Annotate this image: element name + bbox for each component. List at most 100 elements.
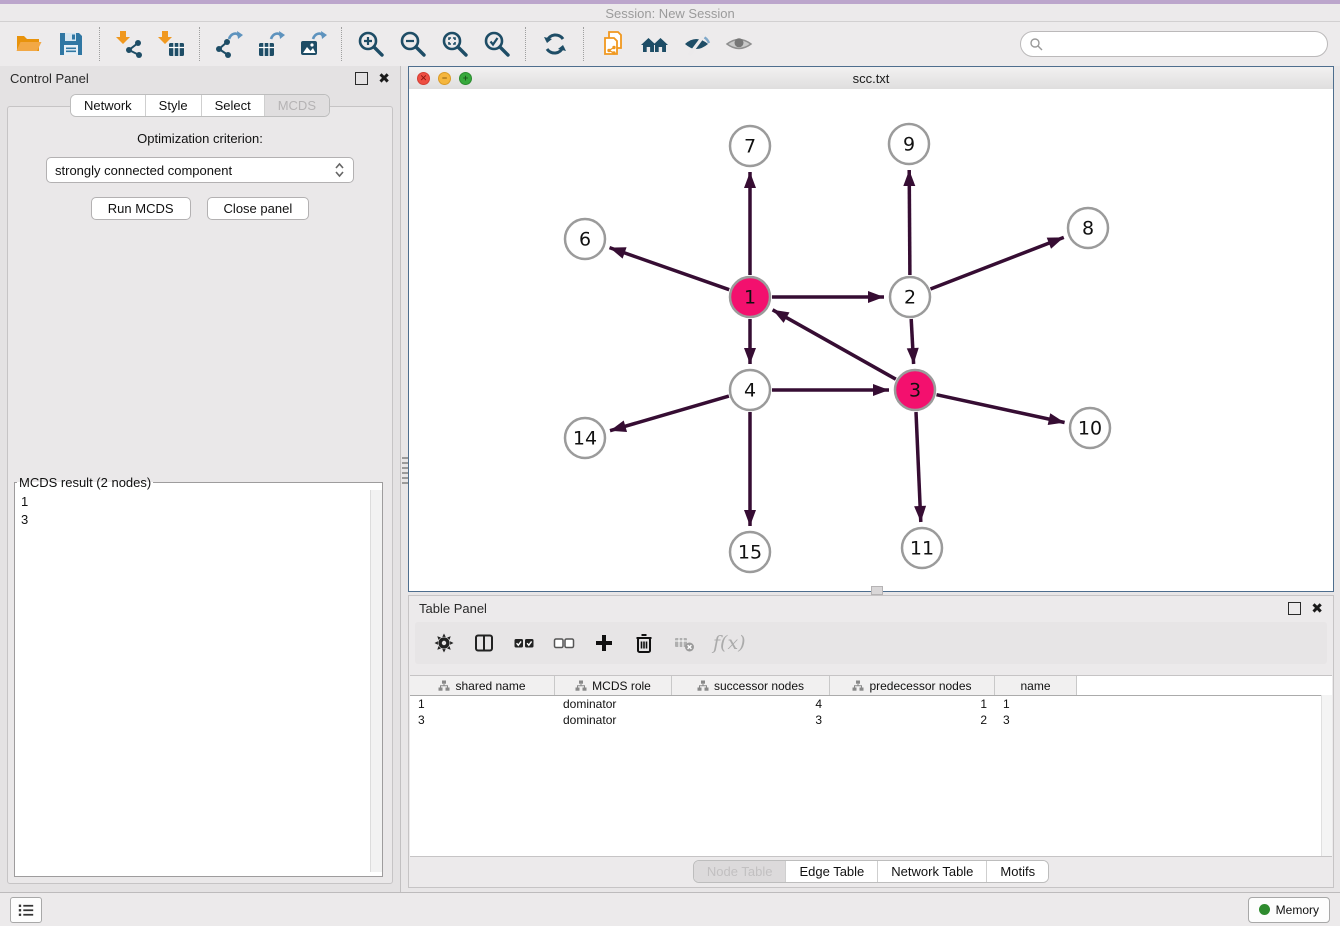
- node-10[interactable]: 10: [1070, 408, 1110, 448]
- function-builder-button[interactable]: f(x): [713, 632, 746, 654]
- zoom-selected-icon: [482, 29, 512, 59]
- run-mcds-button[interactable]: Run MCDS: [91, 197, 191, 220]
- mcds-result-box: MCDS result (2 nodes) 1 3: [14, 475, 383, 877]
- edge-3-10[interactable]: [937, 395, 1065, 423]
- network-canvas[interactable]: 7 9 6 8 1 2 4 3 14 10 15 11: [409, 89, 1333, 591]
- node-8[interactable]: 8: [1068, 208, 1108, 248]
- unchecked-boxes-icon: [553, 632, 575, 654]
- node-1[interactable]: 1: [730, 277, 770, 317]
- edge-2-9[interactable]: [909, 170, 910, 275]
- edge-1-6[interactable]: [610, 248, 730, 290]
- table-tab-node-table[interactable]: Node Table: [694, 861, 786, 882]
- tab-style[interactable]: Style: [145, 95, 201, 116]
- column-header-successor-nodes[interactable]: successor nodes: [672, 676, 830, 695]
- delete-column-button[interactable]: [629, 628, 659, 658]
- import-network-button[interactable]: [108, 26, 150, 62]
- node-7[interactable]: 7: [730, 126, 770, 166]
- zoom-out-button[interactable]: [392, 26, 434, 62]
- float-table-panel-icon[interactable]: [1288, 602, 1301, 615]
- search-input[interactable]: [1043, 36, 1319, 53]
- search-field[interactable]: [1020, 31, 1328, 57]
- node-15[interactable]: 15: [730, 532, 770, 572]
- edge-4-14[interactable]: [610, 396, 729, 431]
- close-panel-button[interactable]: Close panel: [207, 197, 310, 220]
- save-session-button[interactable]: [50, 26, 92, 62]
- criterion-dropdown[interactable]: strongly connected component: [46, 157, 354, 183]
- svg-text:14: 14: [573, 428, 597, 450]
- column-type-icon: [852, 680, 864, 692]
- delete-table-button[interactable]: [669, 628, 699, 658]
- edge-2-3[interactable]: [911, 319, 913, 364]
- table-scrollbar[interactable]: [1321, 695, 1332, 856]
- mcds-panel: Optimization criterion: strongly connect…: [7, 106, 393, 884]
- table-panel-header: Table Panel ✖: [409, 596, 1333, 620]
- task-history-button[interactable]: [10, 897, 42, 923]
- home-layout-button[interactable]: [634, 26, 676, 62]
- application-window: Session: New Session: [0, 0, 1340, 926]
- svg-text:2: 2: [904, 287, 916, 309]
- node-2[interactable]: 2: [890, 277, 930, 317]
- node-6[interactable]: 6: [565, 219, 605, 259]
- tab-network[interactable]: Network: [71, 95, 145, 116]
- refresh-view-button[interactable]: [534, 26, 576, 62]
- table-row[interactable]: 3dominator323: [410, 712, 1332, 728]
- zoom-selected-button[interactable]: [476, 26, 518, 62]
- edge-3-11[interactable]: [916, 412, 921, 522]
- window-titlebar: Session: New Session: [0, 0, 1340, 22]
- svg-text:8: 8: [1082, 218, 1094, 240]
- deselect-all-button[interactable]: [549, 628, 579, 658]
- split-panel-button[interactable]: [469, 628, 499, 658]
- zoom-fit-button[interactable]: [434, 26, 476, 62]
- table-options-button[interactable]: [429, 628, 459, 658]
- table-toolbar: f(x): [415, 622, 1327, 664]
- zoom-in-button[interactable]: [350, 26, 392, 62]
- tab-select[interactable]: Select: [201, 95, 264, 116]
- hide-selected-button[interactable]: [676, 26, 718, 62]
- node-4[interactable]: 4: [730, 370, 770, 410]
- import-table-button[interactable]: [150, 26, 192, 62]
- network-view-window: scc.txt ✕ − + 7968124314101511: [408, 66, 1334, 592]
- cell-successor-nodes: 4: [672, 697, 830, 711]
- toolbar-separator: [341, 27, 343, 61]
- edge-2-8[interactable]: [931, 237, 1064, 289]
- panel-splitter-handle[interactable]: [402, 457, 408, 485]
- toolbar-separator: [583, 27, 585, 61]
- column-header-name[interactable]: name: [995, 676, 1077, 695]
- node-9[interactable]: 9: [889, 124, 929, 164]
- column-header-predecessor-nodes[interactable]: predecessor nodes: [830, 676, 995, 695]
- table-tab-network-table[interactable]: Network Table: [877, 861, 986, 882]
- window-title: Session: New Session: [0, 6, 1340, 21]
- column-header-mcds-role[interactable]: MCDS role: [555, 676, 672, 695]
- export-image-button[interactable]: [292, 26, 334, 62]
- plus-icon: [593, 632, 615, 654]
- control-panel-title: Control Panel: [10, 71, 355, 86]
- table-tab-motifs[interactable]: Motifs: [986, 861, 1048, 882]
- node-11[interactable]: 11: [902, 528, 942, 568]
- table-splitter-handle[interactable]: [871, 586, 883, 595]
- table-row[interactable]: 1dominator411: [410, 696, 1332, 712]
- close-table-panel-icon[interactable]: ✖: [1311, 603, 1323, 614]
- float-panel-icon[interactable]: [355, 72, 368, 85]
- memory-button[interactable]: Memory: [1248, 897, 1330, 923]
- node-14[interactable]: 14: [565, 418, 605, 458]
- tab-mcds[interactable]: MCDS: [264, 95, 329, 116]
- result-scrollbar[interactable]: [370, 490, 382, 872]
- close-panel-icon[interactable]: ✖: [378, 73, 390, 84]
- column-type-icon: [438, 680, 450, 692]
- export-table-button[interactable]: [250, 26, 292, 62]
- node-3[interactable]: 3: [895, 370, 935, 410]
- cell-successor-nodes: 3: [672, 713, 830, 727]
- list-icon: [17, 901, 35, 919]
- column-header-shared-name[interactable]: shared name: [410, 676, 555, 695]
- export-image-icon: [298, 29, 328, 59]
- export-network-button[interactable]: [208, 26, 250, 62]
- show-all-button[interactable]: [718, 26, 760, 62]
- edge-3-1[interactable]: [773, 310, 896, 379]
- add-column-button[interactable]: [589, 628, 619, 658]
- copy-view-button[interactable]: [592, 26, 634, 62]
- open-file-button[interactable]: [8, 26, 50, 62]
- cell-shared-name: 3: [410, 713, 555, 727]
- select-all-button[interactable]: [509, 628, 539, 658]
- table-tab-edge-table[interactable]: Edge Table: [785, 861, 877, 882]
- optimization-criterion-label: Optimization criterion:: [8, 131, 392, 146]
